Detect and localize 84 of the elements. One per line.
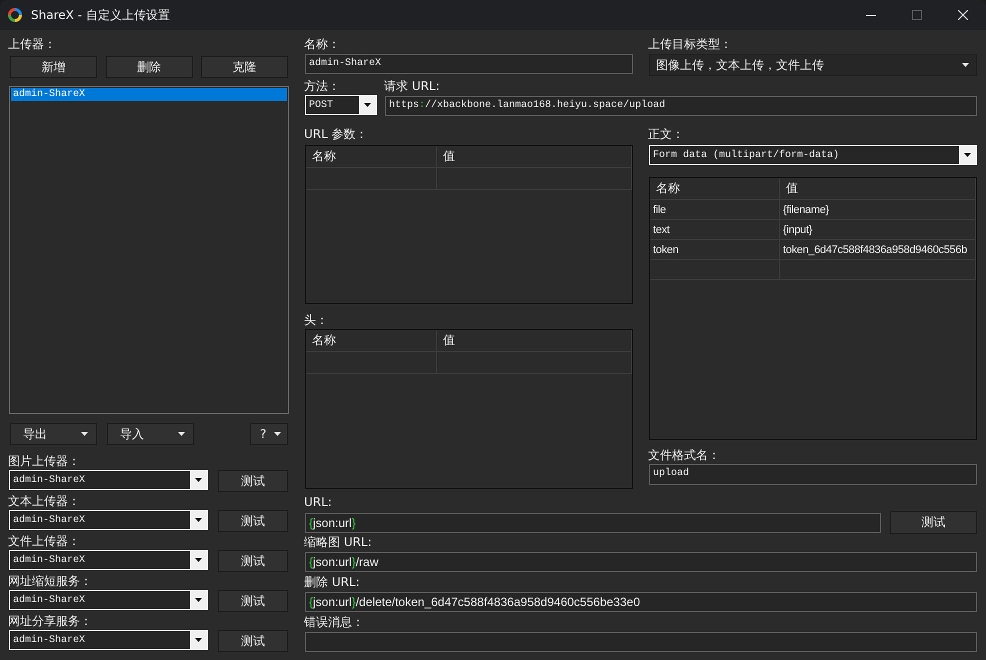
caret-icon [178, 432, 185, 436]
body-table[interactable]: 名称 值 file {filename} text {input} token token_6d47c588f4836a958d9460c556b [649, 177, 977, 440]
file-form-name-field[interactable]: upload [649, 464, 977, 485]
destination-label: 文件上传器： [8, 533, 80, 549]
test-button[interactable]: 测试 [890, 511, 977, 534]
caret-icon [195, 558, 202, 562]
maximize-icon [912, 10, 922, 20]
app-logo-icon [7, 7, 23, 23]
test-button[interactable]: 测试 [218, 550, 288, 572]
uploader-list-item[interactable]: admin-ShareX [11, 88, 287, 101]
response-label: 缩略图 URL: [304, 534, 372, 550]
url-parameters-table[interactable]: 名称 值 [305, 145, 633, 304]
response-label: URL: [304, 494, 332, 510]
empty-table-cell[interactable] [306, 168, 437, 190]
url-parameters-label: URL 参数： [304, 126, 368, 142]
uploader-combo[interactable]: admin-ShareX [9, 550, 208, 570]
headers-table[interactable]: 名称 值 [305, 329, 633, 489]
method-label: 方法： [304, 78, 340, 94]
caret-icon [364, 103, 371, 107]
close-icon [958, 10, 968, 20]
caret-icon [195, 478, 202, 482]
method-combo[interactable]: POST [305, 95, 377, 115]
body-label: 正文： [648, 126, 684, 142]
body-type-combo[interactable]: Form data (multipart/form-data) [649, 145, 977, 165]
uploader-action-button[interactable]: 克隆 [201, 56, 288, 78]
destination-type-combo[interactable]: 图像上传，文本上传，文件上传 [649, 54, 977, 76]
destination-label: 文本上传器： [8, 493, 80, 509]
uploader-combo[interactable]: admin-ShareX [9, 630, 208, 650]
window-title: ShareX - 自定义上传设置 [31, 6, 170, 24]
column-header: 名称 [312, 148, 336, 165]
file-form-name-label: 文件格式名： [648, 447, 720, 463]
response-field[interactable]: {json:url}/delete/token_6d47c588f4836a958d9460c556be33e0 [305, 592, 977, 612]
table-cell: {input} [783, 224, 812, 236]
table-cell: {filename} [783, 204, 829, 216]
destination-label: 图片上传器： [8, 453, 80, 469]
caret-icon [964, 153, 971, 157]
empty-table-cell[interactable] [437, 168, 632, 190]
destination-label: 网址缩短服务： [8, 573, 92, 589]
dropdown-menu-button[interactable]: ? [250, 423, 288, 445]
table-cell: token_6d47c588f4836a958d9460c556b [783, 244, 968, 256]
test-button[interactable]: 测试 [218, 510, 288, 532]
column-header: 名称 [312, 332, 336, 349]
destination-type-label: 上传目标类型： [648, 36, 732, 52]
empty-table-cell[interactable] [650, 260, 780, 280]
request-url-field[interactable]: https://xbackbone.lanmao168.heiyu.space/upload [385, 96, 977, 116]
name-label: 名称： [304, 36, 340, 52]
column-header: 值 [443, 148, 455, 165]
destination-label: 网址分享服务： [8, 613, 92, 629]
uploader-action-button[interactable]: 删除 [106, 56, 192, 78]
headers-label: 头： [304, 312, 328, 328]
table-cell: text [653, 224, 670, 236]
request-url-label: 请求 URL: [384, 78, 440, 94]
response-field[interactable] [305, 632, 977, 652]
response-label: 删除 URL: [304, 574, 360, 590]
column-header: 名称 [656, 180, 680, 197]
dropdown-menu-button[interactable]: 导出 [10, 423, 97, 445]
test-button[interactable]: 测试 [218, 470, 288, 492]
dropdown-menu-button[interactable]: 导入 [107, 423, 194, 445]
uploader-combo[interactable]: admin-ShareX [9, 510, 208, 530]
empty-table-cell[interactable] [437, 352, 632, 374]
empty-table-cell[interactable] [306, 352, 437, 374]
table-cell: file [653, 204, 666, 216]
caret-icon [81, 432, 88, 436]
response-field[interactable]: {json:url}/raw [305, 552, 977, 572]
uploader-action-button[interactable]: 新增 [10, 56, 97, 78]
caret-icon [195, 638, 202, 642]
name-field[interactable]: admin-ShareX [305, 54, 633, 74]
caret-icon [195, 598, 202, 602]
uploader-combo[interactable]: admin-ShareX [9, 590, 208, 610]
caret-icon [962, 63, 969, 67]
column-header: 值 [786, 180, 798, 197]
table-cell: token [653, 244, 678, 256]
empty-table-cell[interactable] [780, 260, 976, 280]
column-header: 值 [443, 332, 455, 349]
response-field[interactable]: {json:url} [305, 512, 881, 532]
test-button[interactable]: 测试 [218, 590, 288, 612]
uploader-combo[interactable]: admin-ShareX [9, 470, 208, 490]
caret-icon [274, 432, 281, 436]
response-label: 错误消息： [304, 614, 364, 630]
minimize-icon [866, 14, 876, 16]
uploader-list[interactable]: admin-ShareX [9, 86, 289, 414]
uploaders-label: 上传器： [8, 36, 56, 52]
caret-icon [195, 518, 202, 522]
test-button[interactable]: 测试 [218, 630, 288, 652]
